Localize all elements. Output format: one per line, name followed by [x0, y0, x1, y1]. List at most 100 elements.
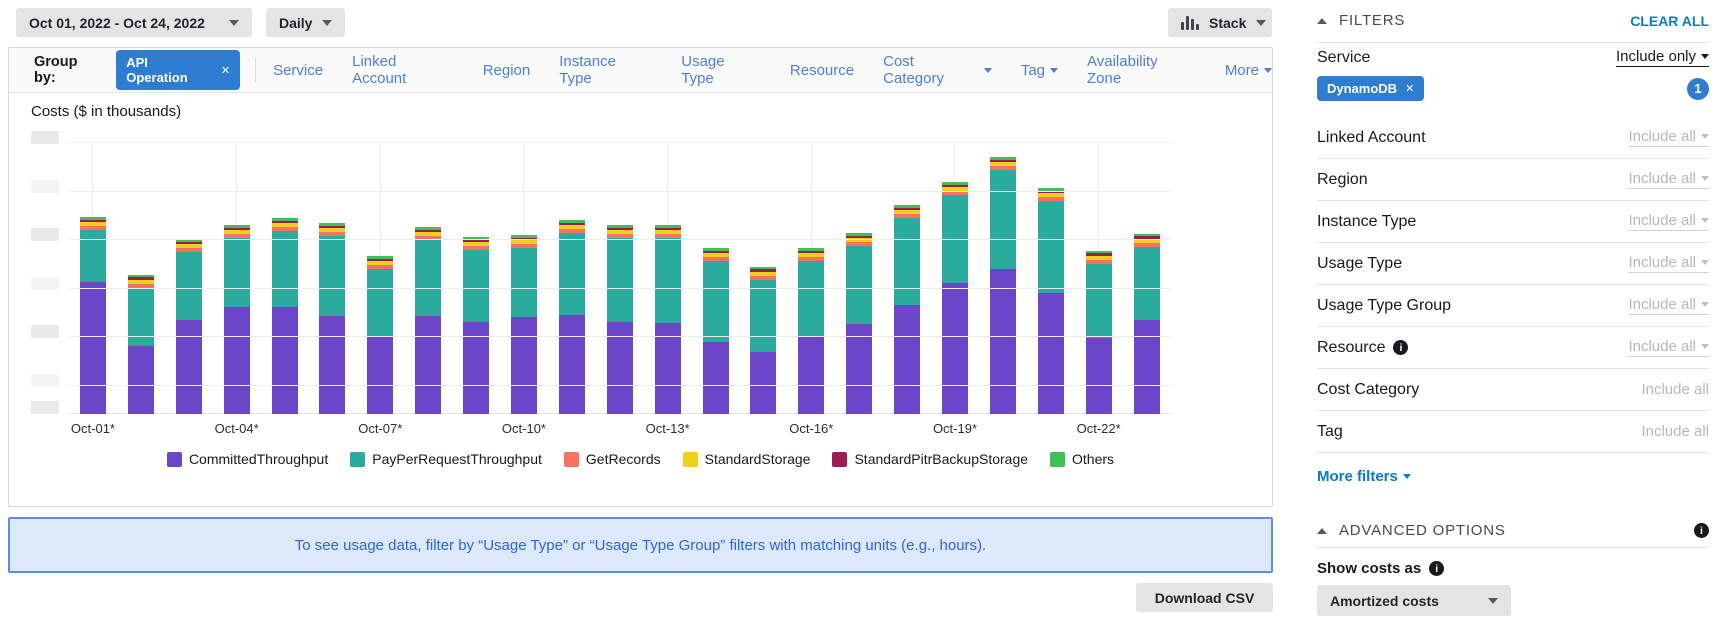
segment-payperrequestthroughput[interactable]	[224, 238, 250, 307]
stacked-bar-oct-08[interactable]	[415, 227, 441, 414]
segment-payperrequestthroughput[interactable]	[846, 246, 872, 324]
segment-payperrequestthroughput[interactable]	[559, 233, 585, 315]
segment-committedthroughput[interactable]	[703, 342, 729, 414]
group-by-link-region[interactable]: Region	[483, 62, 531, 79]
stacked-bar-oct-16[interactable]	[798, 248, 824, 414]
group-by-link-cost-category[interactable]: Cost Category	[883, 53, 992, 87]
segment-payperrequestthroughput[interactable]	[1086, 264, 1112, 338]
remove-group-by-icon[interactable]	[221, 64, 230, 77]
show-costs-as-select[interactable]: Amortized costs	[1317, 585, 1511, 616]
segment-payperrequestthroughput[interactable]	[750, 280, 776, 352]
download-csv-button[interactable]: Download CSV	[1136, 583, 1273, 612]
granularity-button[interactable]: Daily	[266, 8, 345, 37]
segment-committedthroughput[interactable]	[224, 307, 250, 414]
segment-payperrequestthroughput[interactable]	[128, 288, 154, 346]
date-range-button[interactable]: Oct 01, 2022 - Oct 24, 2022	[16, 8, 252, 37]
stacked-bar-oct-02[interactable]	[128, 275, 154, 414]
more-filters-link[interactable]: More filters	[1317, 468, 1411, 485]
legend-item-others[interactable]: Others	[1050, 451, 1114, 467]
segment-committedthroughput[interactable]	[846, 324, 872, 414]
segment-payperrequestthroughput[interactable]	[990, 170, 1016, 269]
group-by-link-resource[interactable]: Resource	[790, 62, 854, 79]
segment-payperrequestthroughput[interactable]	[319, 236, 345, 316]
stacked-bar-oct-10[interactable]	[511, 235, 537, 414]
service-include-mode[interactable]: Include only	[1616, 48, 1709, 67]
stacked-bar-oct-13[interactable]	[655, 225, 681, 414]
stacked-bar-oct-21[interactable]	[1038, 188, 1064, 414]
legend-item-standardpitrbackupstorage[interactable]: StandardPitrBackupStorage	[832, 451, 1028, 467]
segment-payperrequestthroughput[interactable]	[176, 252, 202, 320]
segment-payperrequestthroughput[interactable]	[1134, 247, 1160, 320]
group-by-link-tag[interactable]: Tag	[1021, 62, 1058, 79]
legend-item-committedthroughput[interactable]: CommittedThroughput	[167, 451, 328, 467]
segment-committedthroughput[interactable]	[176, 320, 202, 414]
stacked-bar-oct-12[interactable]	[607, 225, 633, 414]
stacked-bar-oct-18[interactable]	[894, 205, 920, 414]
filter-mode-value[interactable]: Include all	[1628, 128, 1709, 147]
filter-mode-value[interactable]: Include all	[1628, 170, 1709, 189]
chart-style-button[interactable]: Stack	[1168, 8, 1272, 37]
group-by-active-chip[interactable]: API Operation	[116, 50, 240, 90]
stacked-bar-oct-03[interactable]	[176, 239, 202, 414]
segment-committedthroughput[interactable]	[128, 346, 154, 414]
info-icon[interactable]	[1694, 523, 1709, 538]
stacked-bar-oct-04[interactable]	[224, 225, 250, 414]
segment-committedthroughput[interactable]	[559, 315, 585, 414]
legend-item-standardstorage[interactable]: StandardStorage	[683, 451, 811, 467]
segment-payperrequestthroughput[interactable]	[511, 248, 537, 317]
segment-committedthroughput[interactable]	[272, 307, 298, 414]
stacked-bar-oct-14[interactable]	[703, 248, 729, 414]
group-by-link-usage-type[interactable]: Usage Type	[681, 53, 761, 87]
segment-committedthroughput[interactable]	[415, 316, 441, 414]
stacked-bar-oct-23[interactable]	[1134, 234, 1160, 414]
stacked-bar-oct-15[interactable]	[750, 267, 776, 414]
segment-payperrequestthroughput[interactable]	[607, 238, 633, 322]
segment-committedthroughput[interactable]	[319, 316, 345, 414]
segment-committedthroughput[interactable]	[798, 337, 824, 414]
segment-payperrequestthroughput[interactable]	[798, 261, 824, 337]
segment-committedthroughput[interactable]	[894, 305, 920, 414]
segment-committedthroughput[interactable]	[367, 337, 393, 414]
stacked-bar-oct-20[interactable]	[990, 157, 1016, 414]
segment-payperrequestthroughput[interactable]	[703, 261, 729, 342]
segment-payperrequestthroughput[interactable]	[463, 250, 489, 322]
stacked-bar-oct-17[interactable]	[846, 233, 872, 414]
group-by-link-linked-account[interactable]: Linked Account	[352, 53, 454, 87]
filter-mode-value[interactable]: Include all	[1641, 423, 1709, 440]
filter-mode-value[interactable]: Include all	[1628, 212, 1709, 231]
legend-item-getrecords[interactable]: GetRecords	[564, 451, 661, 467]
segment-committedthroughput[interactable]	[1086, 338, 1112, 414]
stacked-bar-oct-09[interactable]	[463, 237, 489, 414]
legend-item-payperrequestthroughput[interactable]: PayPerRequestThroughput	[350, 451, 542, 467]
service-filter-chip[interactable]: DynamoDB	[1317, 76, 1424, 101]
advanced-options-header[interactable]: ADVANCED OPTIONS	[1317, 522, 1709, 539]
segment-committedthroughput[interactable]	[750, 352, 776, 414]
group-by-link-more[interactable]: More	[1225, 62, 1272, 79]
segment-committedthroughput[interactable]	[511, 317, 537, 414]
stacked-bar-oct-19[interactable]	[942, 182, 968, 414]
info-icon[interactable]	[1429, 561, 1444, 576]
filters-header[interactable]: FILTERS CLEAR ALL	[1317, 12, 1709, 29]
segment-committedthroughput[interactable]	[1134, 320, 1160, 414]
segment-committedthroughput[interactable]	[942, 283, 968, 414]
clear-all-link[interactable]: CLEAR ALL	[1630, 13, 1709, 29]
segment-committedthroughput[interactable]	[990, 269, 1016, 414]
segment-payperrequestthroughput[interactable]	[80, 230, 106, 282]
segment-payperrequestthroughput[interactable]	[272, 231, 298, 307]
group-by-link-instance-type[interactable]: Instance Type	[559, 53, 652, 87]
segment-committedthroughput[interactable]	[80, 282, 106, 414]
segment-payperrequestthroughput[interactable]	[1038, 201, 1064, 293]
segment-payperrequestthroughput[interactable]	[367, 269, 393, 337]
filter-mode-value[interactable]: Include all	[1628, 296, 1709, 315]
filter-mode-value[interactable]: Include all	[1628, 338, 1709, 357]
filter-mode-value[interactable]: Include all	[1641, 381, 1709, 398]
segment-payperrequestthroughput[interactable]	[415, 240, 441, 316]
group-by-link-service[interactable]: Service	[273, 62, 323, 79]
stacked-bar-oct-22[interactable]	[1086, 251, 1112, 414]
stacked-bar-oct-07[interactable]	[367, 256, 393, 414]
segment-payperrequestthroughput[interactable]	[894, 218, 920, 305]
info-icon[interactable]	[1393, 340, 1408, 355]
filter-mode-value[interactable]: Include all	[1628, 254, 1709, 273]
group-by-link-availability-zone[interactable]: Availability Zone	[1087, 53, 1196, 87]
remove-filter-icon[interactable]	[1405, 82, 1414, 95]
